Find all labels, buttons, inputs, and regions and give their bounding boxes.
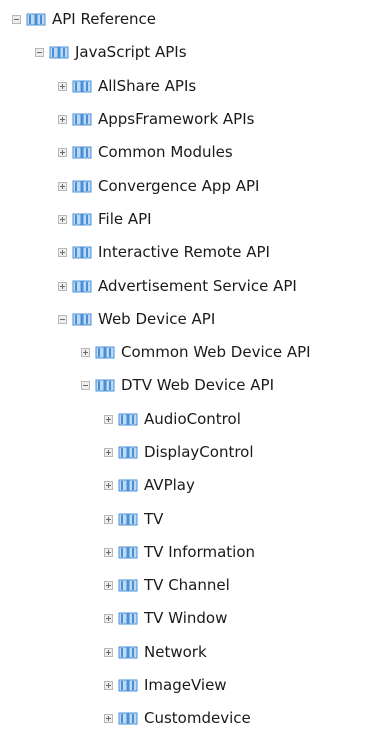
tree-item-tv-information[interactable]: TV Information (0, 536, 390, 569)
tree-item-web-device-api[interactable]: Web Device API (0, 303, 390, 336)
tree-item-label[interactable]: AppsFramework APIs (98, 112, 254, 127)
plus-toggle-icon[interactable] (81, 348, 90, 358)
tree-item-imageview[interactable]: ImageView (0, 669, 390, 702)
plus-toggle-icon[interactable] (104, 581, 113, 591)
tree-item-audiocontrol[interactable]: AudioControl (0, 403, 390, 436)
tree-item-label[interactable]: Convergence App API (98, 178, 259, 194)
tree-item-customdevice[interactable]: Customdevice (0, 702, 390, 735)
book-icon (72, 79, 92, 94)
plus-toggle-icon[interactable] (104, 614, 113, 624)
book-icon (118, 445, 138, 460)
tree-item-label[interactable]: Web Device API (98, 311, 215, 327)
tree-item-convergence-app-api[interactable]: Convergence App API (0, 169, 390, 202)
tree-item-allshare-apis[interactable]: AllShare APIs (0, 70, 390, 103)
plus-toggle-icon[interactable] (104, 514, 113, 524)
plus-toggle-icon[interactable] (58, 281, 67, 291)
book-icon (72, 312, 92, 327)
tree-item-label[interactable]: AVPlay (144, 478, 195, 493)
book-icon (72, 179, 92, 194)
tree-item-network[interactable]: Network (0, 636, 390, 669)
api-tree: API Reference JavaScript APIs AllShare API… (0, 3, 390, 736)
plus-toggle-icon[interactable] (104, 547, 113, 557)
plus-toggle-icon[interactable] (104, 681, 113, 691)
plus-toggle-icon[interactable] (58, 181, 67, 191)
book-icon (118, 512, 138, 527)
tree-item-label[interactable]: Common Web Device API (121, 345, 311, 360)
plus-toggle-icon[interactable] (58, 115, 67, 125)
tree-item-label[interactable]: File API (98, 211, 152, 227)
plus-toggle-icon[interactable] (104, 647, 113, 657)
book-icon (118, 645, 138, 660)
tree-item-label[interactable]: API Reference (52, 12, 156, 27)
tree-item-label[interactable]: TV Channel (144, 578, 230, 593)
tree-item-label[interactable]: TV (144, 511, 163, 527)
tree-item-common-web-device-api[interactable]: Common Web Device API (0, 336, 390, 369)
tree-item-label[interactable]: AllShare APIs (98, 78, 196, 94)
tree-item-label[interactable]: AudioControl (144, 411, 241, 427)
tree-item-tv-channel[interactable]: TV Channel (0, 569, 390, 602)
tree-item-label[interactable]: JavaScript APIs (75, 45, 187, 60)
plus-toggle-icon[interactable] (58, 214, 67, 224)
tree-item-tv-window[interactable]: TV Window (0, 602, 390, 635)
tree-item-label[interactable]: Interactive Remote API (98, 245, 270, 260)
book-icon (95, 345, 115, 360)
plus-toggle-icon[interactable] (104, 714, 113, 724)
minus-toggle-icon[interactable] (12, 15, 21, 25)
tree-item-common-modules[interactable]: Common Modules (0, 136, 390, 169)
book-icon (118, 711, 138, 726)
minus-toggle-icon[interactable] (35, 48, 44, 58)
book-icon (72, 245, 92, 260)
tree-item-label[interactable]: Advertisement Service API (98, 278, 297, 294)
book-icon (118, 412, 138, 427)
book-icon (49, 45, 69, 60)
book-icon (26, 12, 46, 27)
tree-item-javascript-apis[interactable]: JavaScript APIs (0, 36, 390, 69)
tree-item-label[interactable]: Network (144, 644, 207, 660)
minus-toggle-icon[interactable] (81, 381, 90, 391)
plus-toggle-icon[interactable] (58, 248, 67, 258)
tree-item-label[interactable]: DisplayControl (144, 445, 254, 460)
book-icon (118, 611, 138, 626)
tree-item-avplay[interactable]: AVPlay (0, 469, 390, 502)
tree-item-dtv-web-device-api[interactable]: DTV Web Device API (0, 369, 390, 402)
book-icon (72, 279, 92, 294)
tree-item-label[interactable]: DTV Web Device API (121, 378, 274, 393)
tree-item-label[interactable]: ImageView (144, 678, 227, 693)
minus-toggle-icon[interactable] (58, 314, 67, 324)
tree-item-file-api[interactable]: File API (0, 203, 390, 236)
tree-item-tv[interactable]: TV (0, 502, 390, 535)
book-icon (118, 478, 138, 493)
tree-item-api-reference[interactable]: API Reference (0, 3, 390, 36)
book-icon (118, 578, 138, 593)
book-icon (72, 212, 92, 227)
book-icon (72, 145, 92, 160)
book-icon (118, 545, 138, 560)
plus-toggle-icon[interactable] (104, 414, 113, 424)
book-icon (95, 378, 115, 393)
plus-toggle-icon[interactable] (104, 448, 113, 457)
tree-item-interactive-remote-api[interactable]: Interactive Remote API (0, 236, 390, 269)
plus-toggle-icon[interactable] (58, 81, 67, 91)
plus-toggle-icon[interactable] (104, 481, 113, 491)
tree-item-appsframework-apis[interactable]: AppsFramework APIs (0, 103, 390, 136)
tree-item-advertisement-service-api[interactable]: Advertisement Service API (0, 269, 390, 302)
tree-item-label[interactable]: TV Information (144, 544, 255, 560)
tree-item-label[interactable]: Common Modules (98, 145, 233, 160)
tree-item-displaycontrol[interactable]: DisplayControl (0, 436, 390, 469)
plus-toggle-icon[interactable] (58, 148, 67, 158)
book-icon (118, 678, 138, 693)
tree-item-label[interactable]: Customdevice (144, 711, 251, 726)
book-icon (72, 112, 92, 127)
tree-item-label[interactable]: TV Window (144, 611, 227, 626)
